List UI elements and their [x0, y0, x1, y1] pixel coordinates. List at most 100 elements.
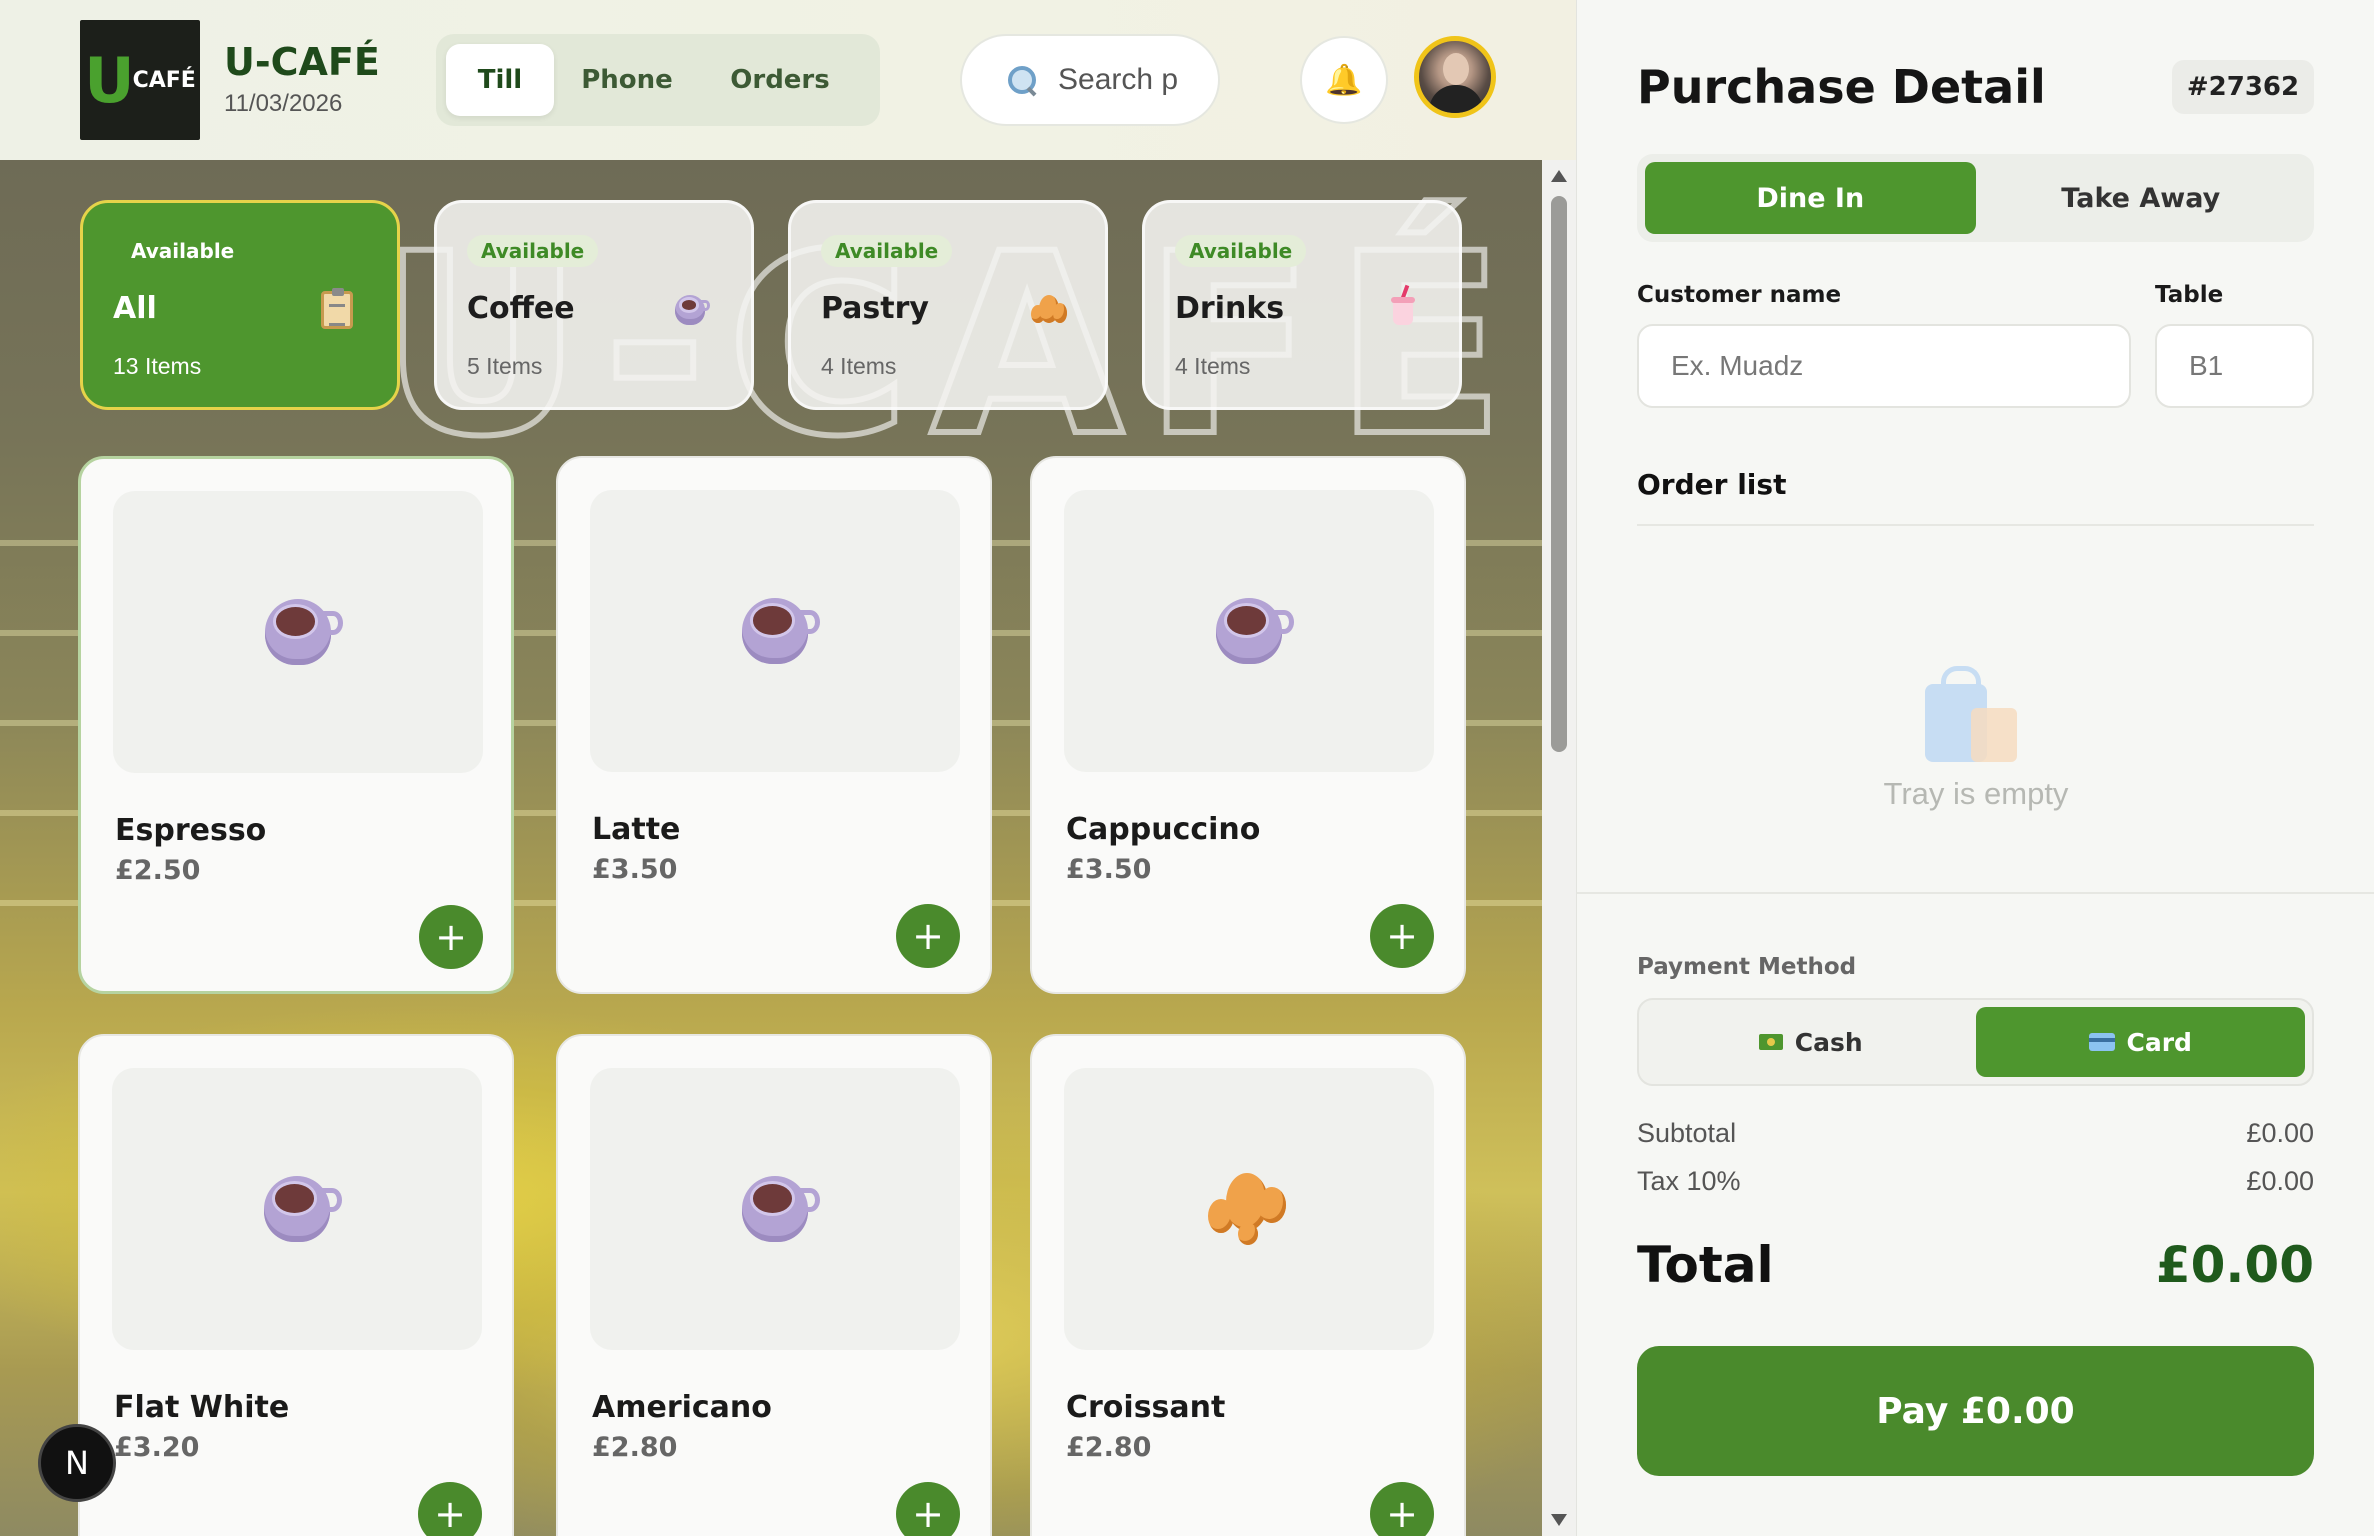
tab-orders[interactable]: Orders — [700, 44, 860, 116]
product-card-espresso[interactable]: Espresso £2.50 + — [78, 456, 514, 994]
dine-in-button[interactable]: Dine In — [1645, 162, 1976, 234]
till-area: U-CAFÉ UCAFÉ U-CAFÉ 11/03/2026 Till Phon… — [0, 0, 1576, 1536]
product-image — [1064, 490, 1434, 772]
order-number-badge: #27362 — [2172, 60, 2314, 114]
tax-row: Tax 10% £0.00 — [1637, 1166, 2314, 1197]
card-icon — [2088, 1033, 2115, 1051]
add-to-order-button[interactable]: + — [896, 1482, 960, 1536]
category-pastry[interactable]: Available Pastry 4 Items — [788, 200, 1108, 410]
product-card-americano[interactable]: Americano £2.80 + — [556, 1034, 992, 1536]
purchase-detail-panel: Purchase Detail #27362 Dine In Take Away… — [1576, 0, 2374, 1536]
product-image — [113, 491, 483, 773]
product-card-flat-white[interactable]: Flat White £3.20 + — [78, 1034, 514, 1536]
category-drinks[interactable]: Available Drinks 4 Items — [1142, 200, 1462, 410]
products-scrollbar[interactable] — [1542, 160, 1576, 1536]
tax-value: £0.00 — [2246, 1166, 2314, 1196]
subtotal-label: Subtotal — [1637, 1118, 1737, 1148]
brand-name: U-CAFÉ — [224, 40, 380, 84]
total-row: Total £0.00 — [1637, 1236, 2314, 1294]
cash-button[interactable]: Cash — [1646, 1007, 1976, 1077]
payment-method-toggle: Cash Card — [1637, 998, 2314, 1086]
search-input[interactable] — [1058, 63, 1208, 97]
add-to-order-button[interactable]: + — [419, 905, 483, 969]
product-name: Latte — [592, 812, 681, 847]
croissant-icon — [1029, 291, 1069, 331]
product-card-croissant[interactable]: Croissant £2.80 + — [1030, 1034, 1466, 1536]
shopping-bag-icon — [1925, 666, 2025, 766]
scroll-thumb[interactable] — [1551, 196, 1567, 752]
cash-icon — [1758, 1034, 1783, 1050]
total-value: £0.00 — [2155, 1236, 2314, 1294]
coffee-cup-icon — [1216, 598, 1294, 664]
order-list-title: Order list — [1637, 468, 1787, 501]
add-to-order-button[interactable]: + — [1370, 1482, 1434, 1536]
search-icon — [1006, 64, 1038, 96]
product-name: Espresso — [115, 813, 267, 848]
divider — [1637, 524, 2314, 526]
coffee-cup-icon — [742, 1176, 820, 1242]
availability-badge: Available — [467, 235, 599, 267]
product-name: Cappuccino — [1066, 812, 1261, 847]
category-title: Pastry — [821, 291, 929, 326]
subtotal-value: £0.00 — [2246, 1118, 2314, 1148]
category-title: All — [113, 291, 157, 326]
croissant-icon — [1208, 1169, 1290, 1249]
add-to-order-button[interactable]: + — [418, 1482, 482, 1536]
availability-badge: Available — [131, 239, 235, 263]
coffee-cup-icon — [264, 1176, 342, 1242]
subtotal-row: Subtotal £0.00 — [1637, 1118, 2314, 1149]
coffee-cup-icon — [742, 598, 820, 664]
product-name: Croissant — [1066, 1390, 1226, 1425]
card-button[interactable]: Card — [1975, 1007, 2305, 1077]
drink-cup-icon — [1383, 284, 1423, 331]
cafe-logo: U CAFÉ — [80, 20, 200, 140]
take-away-button[interactable]: Take Away — [1976, 162, 2307, 234]
category-count: 13 Items — [113, 353, 202, 379]
scroll-down-arrow[interactable] — [1551, 1514, 1567, 1526]
product-card-latte[interactable]: Latte £3.50 + — [556, 456, 992, 994]
product-price: £2.50 — [115, 855, 201, 886]
order-type-toggle: Dine In Take Away — [1637, 154, 2314, 242]
customer-name-label: Customer name — [1637, 282, 1842, 308]
category-count: 4 Items — [1175, 353, 1251, 379]
coffee-cup-icon — [675, 291, 715, 331]
add-to-order-button[interactable]: + — [1370, 904, 1434, 968]
tab-till[interactable]: Till — [446, 44, 554, 116]
product-image — [590, 490, 960, 772]
current-date: 11/03/2026 — [224, 90, 343, 117]
product-image — [1064, 1068, 1434, 1350]
product-name: Flat White — [114, 1390, 290, 1425]
product-price: £3.50 — [592, 854, 678, 885]
search-box[interactable] — [960, 34, 1220, 126]
bell-icon: 🔔 — [1325, 63, 1363, 97]
category-title: Coffee — [467, 291, 575, 326]
clipboard-icon — [321, 288, 361, 331]
empty-tray-message: Tray is empty — [1883, 776, 2069, 811]
product-name: Americano — [592, 1390, 772, 1425]
category-count: 5 Items — [467, 353, 543, 379]
tax-label: Tax 10% — [1637, 1166, 1741, 1196]
coffee-cup-icon — [265, 599, 343, 665]
panel-title: Purchase Detail — [1637, 60, 2046, 114]
category-coffee[interactable]: Available Coffee 5 Items — [434, 200, 754, 410]
product-card-cappuccino[interactable]: Cappuccino £3.50 + — [1030, 456, 1466, 994]
dev-tools-badge[interactable]: N — [38, 1424, 116, 1502]
product-image — [590, 1068, 960, 1350]
pay-button[interactable]: Pay £0.00 — [1637, 1346, 2314, 1476]
table-label: Table — [2155, 282, 2224, 308]
product-image — [112, 1068, 482, 1350]
table-field[interactable] — [2155, 324, 2314, 408]
scroll-up-arrow[interactable] — [1551, 170, 1567, 182]
category-count: 4 Items — [821, 353, 897, 379]
availability-badge: Available — [1175, 235, 1307, 267]
user-avatar[interactable] — [1414, 36, 1496, 118]
tab-phone[interactable]: Phone — [554, 44, 700, 116]
notifications-button[interactable]: 🔔 — [1300, 36, 1388, 124]
customer-name-field[interactable] — [1637, 324, 2131, 408]
category-title: Drinks — [1175, 291, 1285, 326]
category-all[interactable]: Available All 13 Items — [80, 200, 400, 410]
mode-tabs: Till Phone Orders — [436, 34, 880, 126]
product-price: £3.50 — [1066, 854, 1152, 885]
total-label: Total — [1637, 1236, 1774, 1294]
add-to-order-button[interactable]: + — [896, 904, 960, 968]
